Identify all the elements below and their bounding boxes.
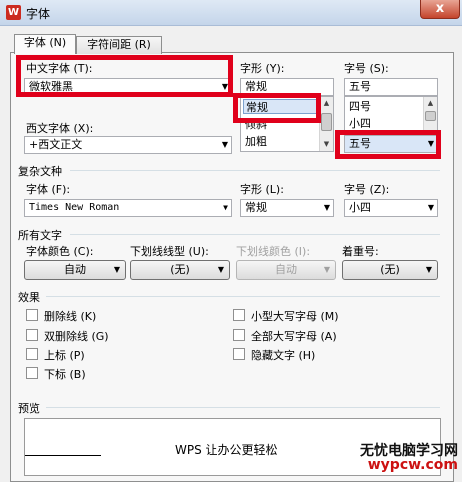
preview-baseline <box>25 455 101 456</box>
scroll-thumb[interactable] <box>321 113 332 131</box>
hidden-text-checkbox[interactable] <box>233 348 245 360</box>
font-size-scrollbar[interactable]: ▲ <box>423 97 437 133</box>
complex-style-value: 常规 <box>245 201 267 214</box>
complex-style-combo[interactable]: 常规 ▼ <box>240 199 334 217</box>
chevron-down-icon[interactable]: ▼ <box>426 261 432 279</box>
underline-style-value: (无) <box>170 263 190 276</box>
complex-size-label: 字号 (Z): <box>344 183 390 196</box>
scroll-thumb[interactable] <box>425 111 436 121</box>
emphasis-mark-value: (无) <box>380 263 400 276</box>
subscript-checkbox[interactable] <box>26 367 38 379</box>
divider <box>46 296 440 297</box>
font-color-label: 字体颜色 (C): <box>26 245 94 258</box>
complex-size-value: 小四 <box>349 201 371 214</box>
close-button[interactable]: x <box>420 0 460 19</box>
superscript-checkbox[interactable] <box>26 348 38 360</box>
subscript-label: 下标 (B) <box>44 368 86 381</box>
underline-color-label: 下划线颜色 (I): <box>236 245 311 258</box>
chevron-down-icon[interactable]: ▼ <box>324 200 330 216</box>
scroll-up-icon[interactable]: ▲ <box>320 97 333 110</box>
highlight-box-font-size <box>335 130 441 159</box>
double-strikethrough-checkbox[interactable] <box>26 329 38 341</box>
title-bar <box>0 0 462 26</box>
complex-font-combo[interactable]: Times New Roman ▼ <box>24 199 232 217</box>
chevron-down-icon[interactable]: ▼ <box>428 200 434 216</box>
double-strikethrough-label: 双删除线 (G) <box>44 330 109 343</box>
preview-text: WPS 让办公更轻松 <box>175 443 278 457</box>
underline-style-label: 下划线线型 (U): <box>130 245 209 258</box>
underline-color-button[interactable]: 自动 ▼ <box>236 260 336 280</box>
strikethrough-label: 删除线 (K) <box>44 310 97 323</box>
list-item[interactable]: 四号 <box>347 99 421 114</box>
font-size-input[interactable]: 五号 <box>344 78 438 96</box>
font-style-scrollbar[interactable]: ▲ ▼ <box>319 97 333 151</box>
font-color-button[interactable]: 自动 ▼ <box>24 260 126 280</box>
divider <box>70 170 440 171</box>
chevron-down-icon[interactable]: ▼ <box>218 261 224 279</box>
font-style-label: 字形 (Y): <box>240 62 285 75</box>
tab-font[interactable]: 字体 (N) <box>14 34 76 54</box>
chevron-down-icon[interactable]: ▼ <box>114 261 120 279</box>
western-font-value: +西文正文 <box>29 138 83 151</box>
emphasis-mark-label: 着重号: <box>342 245 379 258</box>
chevron-down-icon[interactable]: ▼ <box>223 200 228 216</box>
all-text-section: 所有文字 <box>18 229 62 242</box>
highlight-box-chinese-font <box>16 55 233 97</box>
font-size-label: 字号 (S): <box>344 62 389 75</box>
complex-font-value: Times New Roman <box>29 202 120 213</box>
tab-character-spacing[interactable]: 字符间距 (R) <box>76 36 162 54</box>
hidden-text-label: 隐藏文字 (H) <box>251 349 316 362</box>
small-caps-checkbox[interactable] <box>233 309 245 321</box>
window-title: 字体 <box>26 7 51 21</box>
underline-color-value: 自动 <box>275 263 297 276</box>
divider <box>70 234 440 235</box>
chevron-down-icon: ▼ <box>323 265 330 274</box>
complex-style-label: 字形 (L): <box>240 183 284 196</box>
wps-writer-icon: W <box>6 5 21 20</box>
list-item[interactable]: 加粗 <box>243 134 317 149</box>
complex-font-label: 字体 (F): <box>26 183 71 196</box>
font-size-list[interactable]: 四号 小四 ▲ <box>344 96 438 134</box>
all-caps-checkbox[interactable] <box>233 329 245 341</box>
western-font-label: 西文字体 (X): <box>26 122 94 135</box>
emphasis-mark-button[interactable]: (无) ▼ <box>342 260 438 280</box>
watermark-url: wypcw.com <box>367 457 458 473</box>
superscript-label: 上标 (P) <box>44 349 85 362</box>
underline-style-button[interactable]: (无) ▼ <box>130 260 230 280</box>
effects-section: 效果 <box>18 291 40 304</box>
list-item[interactable]: 小四 <box>347 116 421 131</box>
scroll-down-icon[interactable]: ▼ <box>320 138 333 151</box>
small-caps-label: 小型大写字母 (M) <box>251 310 339 323</box>
complex-size-combo[interactable]: 小四 ▼ <box>344 199 438 217</box>
western-font-combo[interactable]: +西文正文 ▼ <box>24 136 232 154</box>
font-color-value: 自动 <box>64 263 86 276</box>
chevron-down-icon[interactable]: ▼ <box>222 137 228 153</box>
scroll-up-icon[interactable]: ▲ <box>424 97 437 110</box>
all-caps-label: 全部大写字母 (A) <box>251 330 337 343</box>
complex-script-section: 复杂文种 <box>18 165 62 178</box>
highlight-box-font-style <box>233 93 321 123</box>
preview-section: 预览 <box>18 402 40 415</box>
strikethrough-checkbox[interactable] <box>26 309 38 321</box>
divider <box>46 407 440 408</box>
